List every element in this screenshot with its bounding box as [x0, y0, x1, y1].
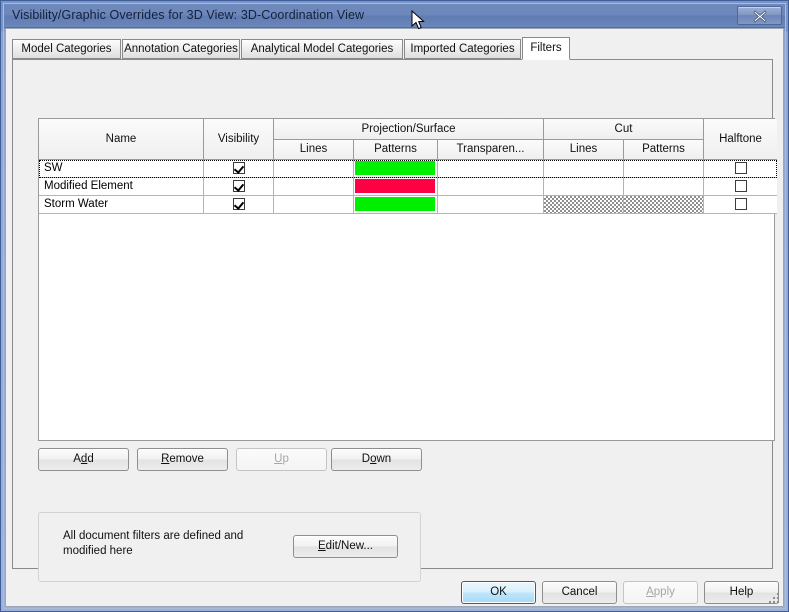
close-icon: [753, 10, 767, 23]
pattern-color-swatch[interactable]: [355, 197, 435, 211]
projection-patterns-cell[interactable]: [354, 160, 438, 178]
halftone-checkbox[interactable]: [734, 162, 747, 174]
pattern-color-swatch[interactable]: [355, 179, 435, 193]
cut-patterns-cell[interactable]: [624, 178, 704, 196]
grid-header-projection-lines[interactable]: Lines: [274, 140, 354, 160]
cut-patterns-cell: [624, 196, 704, 214]
apply-button-label: Apply: [646, 586, 675, 598]
resize-grip-icon[interactable]: [768, 592, 780, 604]
grid-header-name[interactable]: Name: [39, 119, 204, 160]
move-up-button-label: Up: [274, 453, 289, 465]
halftone-cell[interactable]: [704, 178, 777, 196]
halftone-checkbox[interactable]: [734, 198, 747, 210]
table-row[interactable]: Modified Element: [39, 178, 777, 196]
visibility-cell[interactable]: [204, 160, 274, 178]
edit-new-button-label: Edit/New...: [318, 540, 373, 552]
projection-transparency-cell[interactable]: [438, 160, 544, 178]
tab-annotation-categories[interactable]: Annotation Categories: [122, 39, 240, 59]
move-down-button[interactable]: Down: [331, 448, 422, 471]
grid-header-projection-surface: Projection/Surface: [274, 119, 544, 140]
grid-header-cut: Cut: [544, 119, 704, 140]
filter-name-cell[interactable]: Storm Water: [39, 196, 204, 214]
halftone-cell[interactable]: [704, 160, 777, 178]
close-button[interactable]: [737, 6, 782, 25]
grid-header-visibility[interactable]: Visibility: [204, 119, 274, 160]
cancel-button[interactable]: Cancel: [542, 581, 617, 604]
edit-new-button[interactable]: Edit/New...: [293, 535, 398, 558]
remove-button-label: Remove: [161, 453, 204, 465]
projection-lines-cell[interactable]: [274, 196, 354, 214]
cut-lines-cell[interactable]: [544, 178, 624, 196]
add-button[interactable]: Add: [38, 448, 129, 471]
visibility-checkbox[interactable]: [232, 162, 245, 174]
projection-transparency-cell[interactable]: [438, 178, 544, 196]
grid-header: Name Visibility Projection/Surface Lines…: [39, 119, 777, 160]
dialog-button-bar: OK Cancel Apply Help: [6, 581, 783, 606]
grid-header-cut-lines[interactable]: Lines: [544, 140, 624, 160]
filters-grid[interactable]: Name Visibility Projection/Surface Lines…: [38, 118, 777, 441]
window-title: Visibility/Graphic Overrides for 3D View…: [12, 8, 365, 22]
filters-info-groupbox: All document filters are defined and mod…: [38, 512, 421, 582]
projection-lines-cell[interactable]: [274, 178, 354, 196]
filters-info-text: All document filters are defined and mod…: [63, 530, 244, 557]
halftone-checkbox[interactable]: [734, 180, 747, 192]
visibility-cell[interactable]: [204, 196, 274, 214]
pattern-color-swatch[interactable]: [355, 161, 435, 175]
projection-lines-cell[interactable]: [274, 160, 354, 178]
dialog-client-area: Model Categories Annotation Categories A…: [5, 28, 784, 607]
grid-header-cut-patterns[interactable]: Patterns: [624, 140, 704, 160]
visibility-checkbox[interactable]: [232, 198, 245, 210]
table-row[interactable]: SW: [39, 160, 777, 178]
grid-header-halftone[interactable]: Halftone: [704, 119, 777, 160]
ok-button[interactable]: OK: [461, 581, 536, 604]
projection-patterns-cell[interactable]: [354, 196, 438, 214]
tab-imported-categories[interactable]: Imported Categories: [404, 39, 521, 59]
grid-header-projection-patterns[interactable]: Patterns: [354, 140, 438, 160]
projection-transparency-cell[interactable]: [438, 196, 544, 214]
move-up-button[interactable]: Up: [236, 448, 327, 471]
filter-name-cell[interactable]: Modified Element: [39, 178, 204, 196]
table-row[interactable]: Storm Water: [39, 196, 777, 214]
grid-header-projection-transparency[interactable]: Transparen...: [438, 140, 544, 160]
cut-lines-cell[interactable]: [544, 160, 624, 178]
cut-patterns-cell[interactable]: [624, 160, 704, 178]
tab-model-categories[interactable]: Model Categories: [12, 39, 121, 59]
filter-name-cell[interactable]: SW: [39, 160, 204, 178]
halftone-cell[interactable]: [704, 196, 777, 214]
visibility-cell[interactable]: [204, 178, 274, 196]
title-bar[interactable]: Visibility/Graphic Overrides for 3D View…: [4, 4, 785, 28]
tab-analytical-model-categories[interactable]: Analytical Model Categories: [241, 39, 403, 59]
tab-strip: Model Categories Annotation Categories A…: [12, 37, 772, 60]
visibility-checkbox[interactable]: [232, 180, 245, 192]
cut-lines-cell: [544, 196, 624, 214]
projection-patterns-cell[interactable]: [354, 178, 438, 196]
filters-tab-panel: Name Visibility Projection/Surface Lines…: [12, 59, 777, 582]
move-down-button-label: Down: [361, 453, 392, 465]
remove-button[interactable]: Remove: [137, 448, 228, 471]
apply-button[interactable]: Apply: [623, 581, 698, 604]
tab-filters[interactable]: Filters: [522, 37, 570, 60]
add-button-label: Add: [73, 453, 94, 465]
